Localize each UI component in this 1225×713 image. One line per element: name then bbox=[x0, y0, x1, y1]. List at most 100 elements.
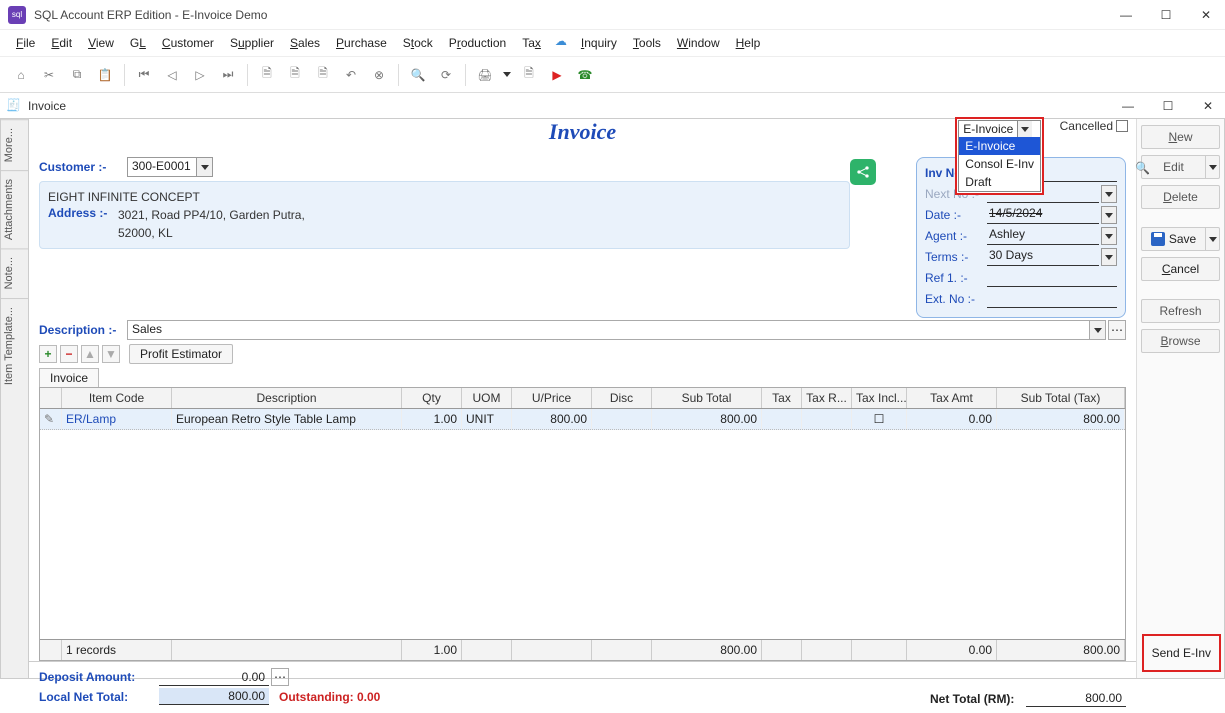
einvoice-status-dropdown[interactable]: E-Invoice E-Invoice Consol E-Inv Draft bbox=[955, 117, 1044, 195]
cancelled-checkbox[interactable]: Cancelled bbox=[1060, 119, 1128, 133]
cancel-button[interactable]: Cancel bbox=[1141, 257, 1220, 281]
move-up-button[interactable]: ▲ bbox=[81, 345, 99, 363]
terms-field[interactable]: 30 Days bbox=[987, 248, 1099, 266]
last-icon[interactable]: ⏭ bbox=[217, 64, 239, 86]
refresh-icon[interactable]: ⟳ bbox=[435, 64, 457, 86]
cell-tax[interactable] bbox=[762, 409, 802, 429]
doc-undo-icon[interactable]: ↶ bbox=[340, 64, 362, 86]
customer-code-value[interactable]: 300-E0001 bbox=[127, 157, 197, 177]
minimize-button[interactable]: — bbox=[1115, 8, 1137, 22]
paste-icon[interactable]: 📋 bbox=[94, 64, 116, 86]
agent-field[interactable]: Ashley bbox=[987, 227, 1099, 245]
side-tab-item-template[interactable]: Item Template... bbox=[1, 298, 28, 393]
customer-code-dropdown[interactable]: 300-E0001 bbox=[127, 157, 213, 177]
home-icon[interactable]: ⌂ bbox=[10, 64, 32, 86]
deposit-value[interactable]: 0.00 bbox=[159, 669, 269, 686]
cell-description[interactable]: European Retro Style Table Lamp bbox=[172, 409, 402, 429]
chevron-down-icon[interactable] bbox=[1101, 185, 1117, 203]
menu-gl[interactable]: GL bbox=[124, 34, 152, 52]
lookup-icon[interactable]: 🔍 bbox=[1135, 161, 1150, 175]
menu-help[interactable]: Help bbox=[730, 34, 767, 52]
refresh-button[interactable]: Refresh bbox=[1141, 299, 1220, 323]
profit-estimator-button[interactable]: Profit Estimator bbox=[129, 344, 233, 364]
cell-subtotal-tax[interactable]: 800.00 bbox=[997, 409, 1125, 429]
print-dropdown-icon[interactable] bbox=[502, 64, 512, 86]
col-qty[interactable]: Qty bbox=[402, 388, 462, 408]
chevron-down-icon[interactable] bbox=[197, 157, 213, 177]
copy-icon[interactable]: ⧉ bbox=[66, 64, 88, 86]
send-einvoice-button[interactable]: Send E-Inv bbox=[1142, 634, 1221, 672]
col-taxrate[interactable]: Tax R... bbox=[802, 388, 852, 408]
doc-new-icon[interactable]: 🗎 bbox=[256, 64, 278, 86]
row-edit-icon[interactable]: ✎ bbox=[40, 409, 62, 429]
einvoice-option-draft[interactable]: Draft bbox=[959, 173, 1040, 191]
next-icon[interactable]: ▷ bbox=[189, 64, 211, 86]
chevron-down-icon[interactable] bbox=[1090, 320, 1106, 340]
description-more-button[interactable]: ⋯ bbox=[1108, 320, 1126, 340]
cell-qty[interactable]: 1.00 bbox=[402, 409, 462, 429]
chevron-down-icon[interactable] bbox=[1101, 248, 1117, 266]
menu-file[interactable]: File bbox=[10, 34, 41, 52]
menu-production[interactable]: Production bbox=[443, 34, 512, 52]
col-subtotal[interactable]: Sub Total bbox=[652, 388, 762, 408]
table-row[interactable]: ✎ ER/Lamp European Retro Style Table Lam… bbox=[40, 409, 1125, 430]
col-subtotal-tax[interactable]: Sub Total (Tax) bbox=[997, 388, 1125, 408]
menu-sales[interactable]: Sales bbox=[284, 34, 326, 52]
cell-uom[interactable]: UNIT bbox=[462, 409, 512, 429]
share-icon[interactable] bbox=[850, 159, 876, 185]
col-uom[interactable]: UOM bbox=[462, 388, 512, 408]
prev-icon[interactable]: ◁ bbox=[161, 64, 183, 86]
extno-field[interactable] bbox=[987, 290, 1117, 308]
cell-taxamt[interactable]: 0.00 bbox=[907, 409, 997, 429]
einvoice-option-einvoice[interactable]: E-Invoice bbox=[959, 137, 1040, 155]
whatsapp-icon[interactable]: ☎ bbox=[574, 64, 596, 86]
delete-button[interactable]: Delete bbox=[1141, 185, 1220, 209]
youtube-icon[interactable]: ▶ bbox=[546, 64, 568, 86]
date-field[interactable]: 14/5/2024 bbox=[987, 206, 1099, 224]
menu-inquiry[interactable]: Inquiry bbox=[575, 34, 623, 52]
ref1-field[interactable] bbox=[987, 269, 1117, 287]
menu-edit[interactable]: Edit bbox=[45, 34, 78, 52]
side-tab-attachments[interactable]: Attachments bbox=[1, 170, 28, 248]
doc-close-button[interactable]: ✕ bbox=[1197, 99, 1219, 113]
col-handle[interactable] bbox=[40, 388, 62, 408]
doc-delete-icon[interactable]: ⊗ bbox=[368, 64, 390, 86]
chevron-down-icon[interactable] bbox=[1206, 227, 1220, 251]
doc-minimize-button[interactable]: — bbox=[1117, 99, 1139, 113]
grid-tab-invoice[interactable]: Invoice bbox=[39, 368, 99, 387]
move-down-button[interactable]: ▼ bbox=[102, 345, 120, 363]
col-tax[interactable]: Tax bbox=[762, 388, 802, 408]
einvoice-status-value[interactable]: E-Invoice bbox=[959, 121, 1018, 137]
browse-button[interactable]: Browse bbox=[1141, 329, 1220, 353]
cell-subtotal[interactable]: 800.00 bbox=[652, 409, 762, 429]
side-tab-note[interactable]: Note... bbox=[1, 248, 28, 297]
menu-window[interactable]: Window bbox=[671, 34, 726, 52]
add-row-button[interactable]: + bbox=[39, 345, 57, 363]
cell-item-code[interactable]: ER/Lamp bbox=[62, 409, 172, 429]
col-taxincl[interactable]: Tax Incl... bbox=[852, 388, 907, 408]
chevron-down-icon[interactable] bbox=[1101, 206, 1117, 224]
chevron-down-icon[interactable] bbox=[1018, 121, 1032, 137]
doc-save-icon[interactable]: 🗎 bbox=[312, 64, 334, 86]
col-disc[interactable]: Disc bbox=[592, 388, 652, 408]
col-taxamt[interactable]: Tax Amt bbox=[907, 388, 997, 408]
side-tab-more[interactable]: More... bbox=[1, 119, 28, 170]
deposit-more-button[interactable]: ⋯ bbox=[271, 668, 289, 686]
einvoice-option-consol[interactable]: Consol E-Inv bbox=[959, 155, 1040, 173]
cell-uprice[interactable]: 800.00 bbox=[512, 409, 592, 429]
first-icon[interactable]: ⏮ bbox=[133, 64, 155, 86]
maximize-button[interactable]: ☐ bbox=[1155, 8, 1177, 22]
print-icon[interactable]: 🖨 bbox=[474, 64, 496, 86]
search-icon[interactable]: 🔍 bbox=[407, 64, 429, 86]
col-uprice[interactable]: U/Price bbox=[512, 388, 592, 408]
menu-view[interactable]: View bbox=[82, 34, 120, 52]
doc-maximize-button[interactable]: ☐ bbox=[1157, 99, 1179, 113]
cell-taxincl-checkbox[interactable]: ☐ bbox=[852, 409, 907, 429]
col-description[interactable]: Description bbox=[172, 388, 402, 408]
doc-edit-icon[interactable]: 🗎 bbox=[284, 64, 306, 86]
menu-tools[interactable]: Tools bbox=[627, 34, 667, 52]
description-field[interactable]: Sales bbox=[127, 320, 1090, 340]
new-button[interactable]: New bbox=[1141, 125, 1220, 149]
chevron-down-icon[interactable] bbox=[1206, 155, 1220, 179]
menu-supplier[interactable]: Supplier bbox=[224, 34, 280, 52]
